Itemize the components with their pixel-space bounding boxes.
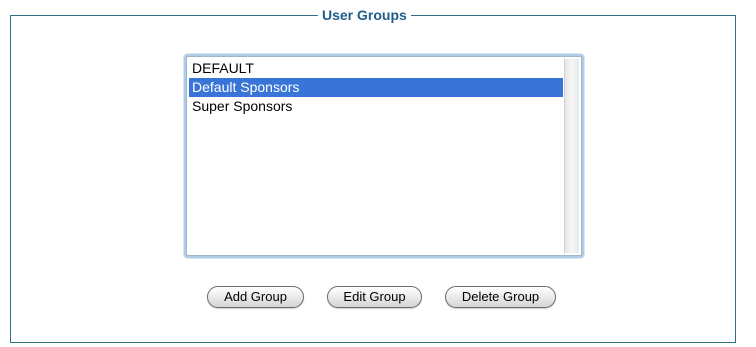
edit-group-button[interactable]: Edit Group: [327, 286, 422, 308]
list-items: DEFAULT Default Sponsors Super Sponsors: [189, 59, 563, 253]
add-group-button[interactable]: Add Group: [207, 286, 304, 308]
list-item[interactable]: Default Sponsors: [189, 78, 563, 97]
delete-group-button[interactable]: Delete Group: [445, 286, 556, 308]
listbox-scrollbar[interactable]: [564, 59, 579, 253]
user-groups-listbox[interactable]: DEFAULT Default Sponsors Super Sponsors: [186, 56, 582, 256]
list-item[interactable]: Super Sponsors: [189, 97, 563, 116]
list-item[interactable]: DEFAULT: [189, 59, 563, 78]
panel-title: User Groups: [318, 6, 411, 24]
